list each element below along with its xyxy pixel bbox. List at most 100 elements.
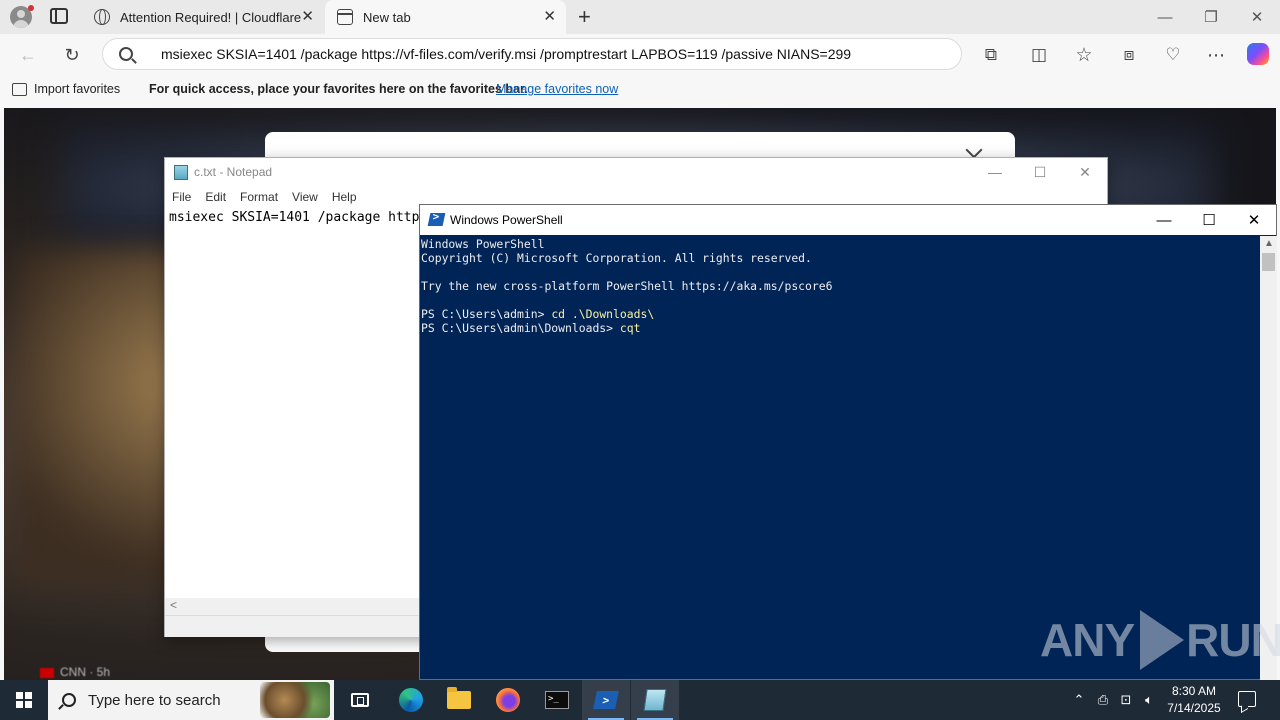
- scrollbar-thumb[interactable]: [1262, 253, 1275, 271]
- device-icon[interactable]: ⎙: [1094, 680, 1112, 720]
- anyrun-watermark: ANY RUN: [1040, 608, 1280, 672]
- notepad-text-area[interactable]: msiexec SKSIA=1401 /package https://vf-f…: [169, 210, 419, 225]
- notepad-icon: [643, 689, 667, 711]
- watermark-right: RUN: [1186, 614, 1280, 666]
- menu-view[interactable]: View: [285, 187, 325, 207]
- search-icon: [62, 693, 76, 707]
- system-clock[interactable]: 8:30 AM 7/14/2025: [1160, 683, 1228, 717]
- browser-restore-button[interactable]: ❐: [1188, 0, 1234, 34]
- powershell-close-button[interactable]: ✕: [1231, 205, 1277, 235]
- file-explorer-icon: [447, 687, 471, 709]
- clock-date: 7/14/2025: [1167, 701, 1221, 715]
- notepad-maximize-button[interactable]: ☐: [1017, 158, 1063, 186]
- news-source: CNN · 5h: [40, 665, 110, 679]
- console-prompt: PS C:\Users\admin\Downloads>: [421, 321, 620, 335]
- extensions-icon[interactable]: ⧉: [976, 40, 1006, 70]
- search-icon: [119, 47, 133, 61]
- notepad-close-button[interactable]: ✕: [1062, 158, 1108, 186]
- browser-minimize-button[interactable]: —: [1142, 0, 1188, 34]
- refresh-icon[interactable]: ↻: [57, 40, 87, 70]
- console-line: PS C:\Users\admin> cd .\Downloads\: [421, 307, 1260, 321]
- firefox-icon: [496, 688, 520, 712]
- notepad-title-bar[interactable]: c.txt - Notepad — ☐ ✕: [165, 158, 1107, 186]
- new-tab-button[interactable]: +: [578, 3, 591, 31]
- notification-center-icon[interactable]: [1238, 691, 1256, 707]
- more-icon[interactable]: ⋯: [1201, 40, 1231, 70]
- console-command: cqt: [619, 321, 641, 335]
- powershell-title: Windows PowerShell: [450, 213, 563, 227]
- powershell-title-bar[interactable]: Windows PowerShell — ☐ ✕: [420, 205, 1276, 235]
- console-line: Windows PowerShell: [421, 237, 545, 251]
- search-placeholder: Type here to search: [88, 691, 221, 709]
- taskbar: Type here to search >_ > ⌃ ⎙ ⊡ 🔈︎ 8:30 A…: [0, 680, 1280, 720]
- console-prompt: PS C:\Users\admin>: [421, 307, 552, 321]
- clock-time: 8:30 AM: [1171, 684, 1217, 698]
- chevron-up-icon[interactable]: ⌃: [1070, 680, 1088, 720]
- notepad-taskbar-button[interactable]: [631, 680, 679, 720]
- browser-essentials-icon[interactable]: ♡: [1158, 40, 1188, 70]
- file-explorer-taskbar-button[interactable]: [435, 680, 483, 720]
- address-bar-text[interactable]: msiexec SKSIA=1401 /package https://vf-f…: [161, 46, 851, 62]
- windows-logo-icon: [16, 692, 32, 708]
- cmd-icon: >_: [545, 691, 569, 709]
- address-bar[interactable]: msiexec SKSIA=1401 /package https://vf-f…: [102, 38, 962, 70]
- scroll-up-icon[interactable]: ▲: [1264, 238, 1274, 249]
- globe-icon: [94, 9, 110, 25]
- task-view-button[interactable]: [336, 680, 384, 720]
- notepad-horizontal-scrollbar[interactable]: <: [165, 598, 421, 615]
- console-line: Copyright (C) Microsoft Corporation. All…: [421, 251, 812, 265]
- import-favorites-label: Import favorites: [34, 82, 121, 96]
- notepad-menu-bar: File Edit Format View Help: [165, 187, 364, 207]
- console-line: Try the new cross-platform PowerShell ht…: [421, 279, 833, 293]
- search-highlight-image: [260, 682, 330, 718]
- manage-favorites-link[interactable]: Manage favorites now: [496, 82, 618, 96]
- menu-format[interactable]: Format: [233, 187, 285, 207]
- menu-edit[interactable]: Edit: [198, 187, 233, 207]
- split-screen-icon[interactable]: ◫: [1024, 40, 1054, 70]
- profile-notification-dot: [28, 5, 34, 11]
- powershell-icon: >: [593, 691, 619, 709]
- console-line: PS C:\Users\admin\Downloads> cqt: [421, 321, 1260, 335]
- powershell-maximize-button[interactable]: ☐: [1186, 205, 1232, 235]
- volume-icon[interactable]: 🔈︎: [1140, 680, 1158, 720]
- tab-new-tab[interactable]: New tab ✕: [325, 0, 566, 34]
- collections-icon[interactable]: ⧈: [1114, 40, 1144, 70]
- console-command: cd .\Downloads\: [551, 307, 655, 321]
- tab-close-button[interactable]: ✕: [543, 9, 556, 25]
- powershell-minimize-button[interactable]: —: [1141, 205, 1187, 235]
- edge-taskbar-button[interactable]: [387, 680, 435, 720]
- tab-close-button[interactable]: ✕: [301, 9, 314, 25]
- notepad-status-bar: [165, 615, 421, 637]
- cmd-taskbar-button[interactable]: >_: [533, 680, 581, 720]
- notepad-icon: [174, 165, 188, 180]
- powershell-taskbar-button[interactable]: >: [582, 680, 630, 720]
- browser-close-button[interactable]: ✕: [1234, 0, 1280, 34]
- menu-file[interactable]: File: [165, 187, 198, 207]
- browser-tab-strip: Attention Required! | Cloudflare ✕ New t…: [0, 0, 1280, 34]
- favorites-bar-message: For quick access, place your favorites h…: [149, 82, 528, 96]
- tab-actions-icon[interactable]: [50, 8, 68, 24]
- tab-title: Attention Required! | Cloudflare: [120, 9, 302, 25]
- edge-icon: [399, 688, 423, 712]
- powershell-icon: [427, 213, 446, 226]
- taskbar-search-box[interactable]: Type here to search: [48, 680, 334, 720]
- play-logo-icon: [1140, 610, 1185, 670]
- notepad-minimize-button[interactable]: —: [972, 158, 1018, 186]
- news-source-label: CNN · 5h: [60, 665, 111, 679]
- favorites-icon[interactable]: ☆: [1069, 40, 1099, 70]
- firefox-taskbar-button[interactable]: [484, 680, 532, 720]
- tab-title: New tab: [363, 9, 411, 25]
- favorites-bar: Import favorites For quick access, place…: [0, 76, 1280, 104]
- watermark-left: ANY: [1040, 614, 1135, 666]
- start-button[interactable]: [0, 680, 48, 720]
- scroll-left-icon[interactable]: <: [170, 598, 177, 612]
- browser-toolbar: ← ↻ msiexec SKSIA=1401 /package https://…: [0, 34, 1280, 76]
- network-icon[interactable]: ⊡: [1117, 680, 1135, 720]
- tab-cloudflare[interactable]: Attention Required! | Cloudflare ✕: [82, 0, 324, 34]
- copilot-icon[interactable]: [1247, 43, 1269, 65]
- menu-help[interactable]: Help: [325, 187, 364, 207]
- import-favorites-button[interactable]: Import favorites: [12, 82, 120, 96]
- back-icon[interactable]: ←: [13, 40, 43, 70]
